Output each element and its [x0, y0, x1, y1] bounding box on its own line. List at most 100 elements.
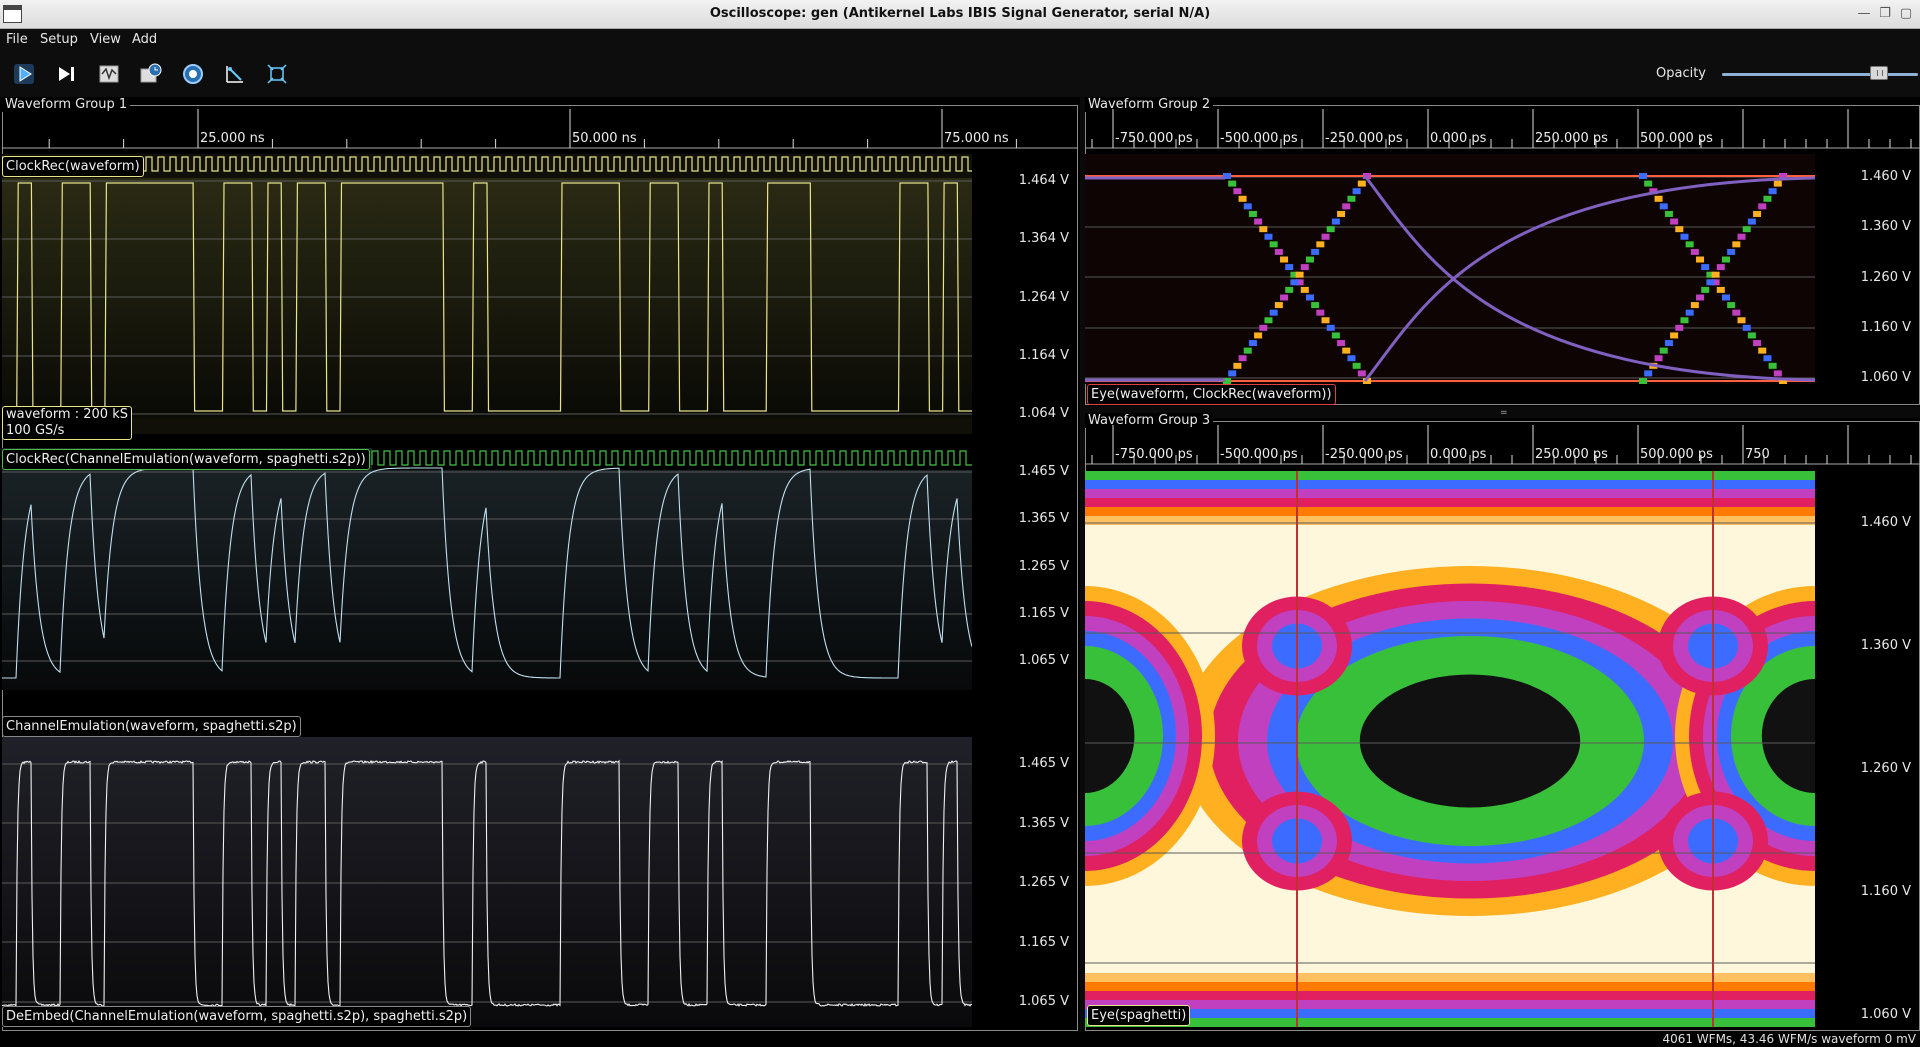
voltage-label: 1.060 V [1860, 1007, 1911, 1022]
opacity-label: Opacity [1656, 66, 1707, 81]
waveform-group-2: Waveform Group 2 -750.000 ps -500.000 ps -… [1085, 97, 1920, 407]
rail-band [1085, 498, 1815, 507]
eye-crossing-point [1727, 302, 1736, 309]
time-tick-label: 250.000 ps [1535, 131, 1608, 146]
eye-crossing-point [1644, 180, 1653, 187]
time-tick-label: 0.000 ps [1430, 131, 1487, 146]
eye-vertical-scale-1[interactable]: 1.460 V 1.360 V 1.260 V 1.160 V 1.060 V [1820, 154, 1915, 385]
quick-scale-button[interactable] [221, 60, 249, 88]
opacity-slider[interactable] [1722, 66, 1918, 80]
plot-area-1[interactable] [2, 154, 972, 434]
eye-crossing-point [1742, 324, 1751, 331]
voltage-label: 1.165 V [1018, 606, 1069, 621]
trace-label-deembed[interactable]: DeEmbed(ChannelEmulation(waveform, spagh… [2, 1006, 472, 1027]
waveform-group-3: Waveform Group 3 -750.000 ps -500.000 ps -… [1085, 413, 1920, 1031]
eye-crossing-point [1644, 370, 1653, 377]
plot-area-2[interactable] [2, 448, 972, 690]
eye-crossing-point [1664, 340, 1673, 347]
eye-plot-1[interactable] [1085, 154, 1815, 384]
eye-crossing-point [1727, 248, 1736, 255]
eye-crossing-point [1295, 271, 1304, 278]
waveform-group-1: Waveform Group 1 25.000 ns 50.000 ns 75.00… [0, 97, 1080, 1031]
eye-crossing-point [1664, 210, 1673, 217]
clock-icon [140, 63, 162, 83]
voltage-label: 1.360 V [1860, 219, 1911, 234]
minimize-icon[interactable]: — [1856, 6, 1872, 22]
menu-setup[interactable]: Setup [40, 32, 78, 47]
rail-band [1085, 507, 1815, 516]
time-tick-label: 50.000 ns [572, 131, 637, 146]
group-3-timeline[interactable]: -750.000 ps -500.000 ps -250.000 ps 0.000 p… [1085, 425, 1920, 465]
group-2-timeline[interactable]: -750.000 ps -500.000 ps -250.000 ps 0.000 p… [1085, 109, 1920, 149]
fullscreen-icon [267, 64, 287, 84]
voltage-label: 1.060 V [1860, 370, 1911, 385]
eye-crossing-point [1670, 332, 1679, 339]
eye-crossing-point [1233, 362, 1242, 369]
vertical-scale-1[interactable]: 1.464 V 1.364 V 1.264 V 1.164 V 1.064 V [975, 154, 1073, 434]
menu-file[interactable]: File [6, 32, 28, 47]
eye-crossing-point [1685, 241, 1694, 248]
eye-crossing-point [1326, 324, 1335, 331]
history-button[interactable] [137, 60, 165, 88]
eye-crossing-point [1758, 203, 1767, 210]
vertical-scale-3[interactable]: 1.465 V 1.365 V 1.265 V 1.165 V 1.065 V [975, 737, 1073, 1027]
maximize-icon[interactable]: ❐ [1877, 6, 1893, 22]
close-icon[interactable]: ▢ [1898, 6, 1914, 22]
eye-crossing-point [1331, 332, 1340, 339]
eye-crossing-point [1670, 218, 1679, 225]
refresh-button[interactable] [179, 60, 207, 88]
vertical-scale-2[interactable]: 1.465 V 1.365 V 1.265 V 1.165 V 1.065 V [975, 448, 1073, 690]
single-trigger-button[interactable] [53, 60, 81, 88]
eye-crossing-point [1321, 317, 1330, 324]
menu-view[interactable]: View [90, 32, 121, 47]
eye-crossing-point [1243, 203, 1252, 210]
voltage-label: 1.364 V [1018, 231, 1069, 246]
menu-add[interactable]: Add [132, 32, 157, 47]
eye-crossing-point [1248, 340, 1257, 347]
time-tick-label: 25.000 ns [200, 131, 265, 146]
eye-crossing-point [1675, 226, 1684, 233]
trace-label-eye-waveform[interactable]: Eye(waveform, ClockRec(waveform)) [1087, 384, 1336, 405]
fullscreen-button[interactable] [263, 60, 291, 88]
rail-band [1085, 1018, 1815, 1027]
trace-label-channel-emulation[interactable]: ChannelEmulation(waveform, spaghetti.s2p… [2, 716, 301, 737]
trace-label-clockrec-channel[interactable]: ClockRec(ChannelEmulation(waveform, spag… [2, 449, 370, 470]
plot-area-3[interactable] [2, 737, 972, 1027]
voltage-label: 1.260 V [1860, 761, 1911, 776]
rail-band [1085, 471, 1815, 480]
opacity-slider-thumb[interactable] [1870, 66, 1888, 80]
eye-crossing-point [1773, 180, 1782, 187]
eye-vertical-scale-2[interactable]: 1.460 V 1.360 V 1.260 V 1.160 V 1.060 V [1820, 471, 1915, 1027]
eye-crossing-point [1639, 378, 1647, 384]
time-tick-label: -500.000 ps [1220, 131, 1298, 146]
voltage-label: 1.265 V [1018, 559, 1069, 574]
eye-crossing-point [1352, 188, 1361, 195]
rail-band [1085, 480, 1815, 489]
force-trigger-button[interactable] [95, 60, 123, 88]
eye-crossing-point [1768, 188, 1777, 195]
eye-crossing-point [1274, 248, 1283, 255]
eye-crossing-point [1654, 195, 1663, 202]
eye-crossing-point [1696, 256, 1705, 263]
eye-crossing-point [1768, 362, 1777, 369]
eye-crossing-point [1711, 271, 1720, 278]
start-trigger-button[interactable] [10, 60, 38, 88]
voltage-label: 1.365 V [1018, 816, 1069, 831]
voltage-label: 1.160 V [1860, 884, 1911, 899]
eye-crossing-point [1228, 370, 1237, 377]
eye-crossing-point [1243, 347, 1252, 354]
trace-label-eye-spaghetti[interactable]: Eye(spaghetti) [1087, 1005, 1191, 1026]
group-1-timeline[interactable]: 25.000 ns 50.000 ns 75.000 ns [2, 109, 1078, 149]
voltage-label: 1.164 V [1018, 348, 1069, 363]
eye-crossing-point [1659, 347, 1668, 354]
voltage-label: 1.360 V [1860, 638, 1911, 653]
time-tick-label: -750.000 ps [1115, 131, 1193, 146]
eye-plot-2[interactable] [1085, 471, 1815, 1027]
eye-crossing-point [1337, 340, 1346, 347]
eye-crossing-point [1701, 264, 1710, 271]
eye-crossing-point [1680, 317, 1689, 324]
opacity-slider-track [1722, 73, 1918, 76]
trace-label-clockrec[interactable]: ClockRec(waveform) [2, 156, 144, 177]
eye-crossing-point [1680, 233, 1689, 240]
eye-crossing-point [1659, 203, 1668, 210]
